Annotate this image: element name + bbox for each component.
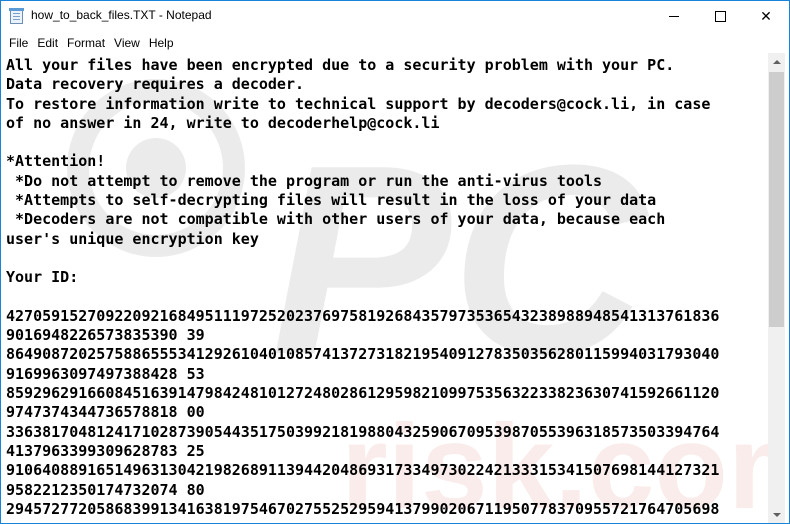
scroll-up-button[interactable] <box>768 53 785 70</box>
chevron-up-icon <box>772 59 781 64</box>
text-line: 2945727720586839913416381975467027552529… <box>6 499 720 518</box>
text-line: user's unique encryption key <box>6 229 259 248</box>
close-button[interactable]: ✕ <box>743 1 789 32</box>
text-line: of no answer in 24, write to decoderhelp… <box>6 113 440 132</box>
text-line: Data recovery requires a decoder. <box>6 75 305 94</box>
menu-help[interactable]: Help <box>146 36 177 50</box>
menu-file[interactable]: File <box>6 36 31 50</box>
close-icon: ✕ <box>760 8 772 25</box>
scrollbar-thumb[interactable] <box>769 72 784 327</box>
notepad-icon <box>9 8 24 24</box>
text-line: 4270591527092209216849511197252023769758… <box>6 306 720 325</box>
text-line: *Do not attempt to remove the program or… <box>6 171 603 190</box>
menu-format[interactable]: Format <box>64 36 108 50</box>
text-line: *Attempts to self-decrypting files will … <box>6 191 657 210</box>
ransom-note-text: All your files have been encrypted due t… <box>6 56 719 519</box>
vertical-scrollbar[interactable] <box>768 53 785 523</box>
window-title: how_to_back_files.TXT - Notepad <box>31 8 212 22</box>
notepad-window: how_to_back_files.TXT - Notepad ✕ File E… <box>0 0 790 524</box>
menu-edit[interactable]: Edit <box>34 36 61 50</box>
minimize-icon <box>669 16 679 17</box>
text-line: All your files have been encrypted due t… <box>6 56 675 74</box>
text-line: *Attention! <box>6 152 106 171</box>
text-line: 9169963097497388428 53 <box>6 364 205 383</box>
scroll-down-button[interactable] <box>768 506 785 523</box>
text-line: *Decoders are not compatible with other … <box>6 210 666 229</box>
text-line: Your ID: <box>6 268 79 287</box>
text-editor-area[interactable]: PC risk.com All your files have been enc… <box>1 53 768 523</box>
text-line: 9016948226573835390 39 <box>6 326 205 345</box>
title-bar[interactable]: how_to_back_files.TXT - Notepad ✕ <box>1 1 789 32</box>
text-line: 9582212350174732074 80 <box>6 480 205 499</box>
minimize-button[interactable] <box>651 1 697 32</box>
chevron-down-icon <box>772 512 781 517</box>
maximize-icon <box>714 11 726 22</box>
maximize-button[interactable] <box>697 1 743 32</box>
text-line: 4137963399309628783 25 <box>6 441 205 460</box>
text-line: 9747374344736578818 00 <box>6 403 205 422</box>
menu-bar: File Edit Format View Help <box>1 32 789 53</box>
text-line: 8592962916608451639147984248101272480286… <box>6 384 720 403</box>
text-line: To restore information write to technica… <box>6 94 711 113</box>
text-line: 9106408891651496313042198268911394420486… <box>6 461 720 480</box>
text-line: 8649087202575886555341292610401085741372… <box>6 345 720 364</box>
menu-view[interactable]: View <box>111 36 143 50</box>
text-line: 3363817048124171028739054435175039921819… <box>6 422 720 441</box>
